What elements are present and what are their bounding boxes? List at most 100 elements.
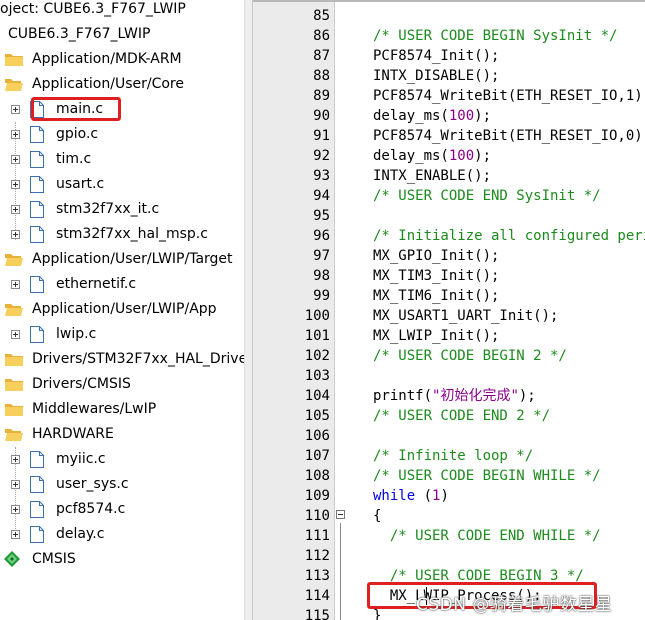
group-hal-driver[interactable]: Drivers/STM32F7xx_HAL_Driver — [0, 347, 244, 372]
code-line[interactable]: /* Infinite loop */ — [373, 446, 533, 466]
code-line[interactable]: /* USER CODE BEGIN SysInit */ — [373, 26, 617, 46]
code-line[interactable]: delay_ms(100); — [373, 146, 491, 166]
plus-expander-icon[interactable] — [11, 155, 20, 164]
group-user-core[interactable]: Application/User/Core — [0, 72, 240, 97]
code-line[interactable]: { — [373, 506, 381, 526]
c-file-icon — [30, 126, 44, 143]
file-pcf8574-c[interactable]: pcf8574.c — [0, 497, 240, 522]
line-number: 88 — [313, 68, 330, 84]
plus-expander-icon[interactable] — [11, 455, 20, 464]
c-file-icon — [30, 276, 44, 293]
line-number: 99 — [313, 288, 330, 304]
line-number: 93 — [313, 168, 330, 184]
file-usart-c[interactable]: usart.c — [0, 172, 240, 197]
file-label: pcf8574.c — [56, 501, 126, 517]
code-line[interactable]: /* Initialize all configured peripherals… — [373, 226, 645, 246]
c-file-icon — [30, 201, 44, 218]
line-number: 91 — [313, 128, 330, 144]
plus-expander-icon[interactable] — [11, 480, 20, 489]
file-stm32f7xx-it-c[interactable]: stm32f7xx_it.c — [0, 197, 240, 222]
file-delay-c[interactable]: delay.c — [0, 522, 240, 547]
folder-open-icon — [5, 304, 23, 316]
code-editor[interactable]: 85 86 /* USER CODE BEGIN SysInit */ 87 PCF85… — [253, 0, 645, 620]
group-lwip-app[interactable]: Application/User/LWIP/App — [0, 297, 240, 322]
folder-icon — [5, 379, 23, 391]
fold-collapse-icon[interactable] — [336, 510, 345, 519]
pane-splitter[interactable] — [244, 0, 253, 620]
line-number: 110 — [304, 508, 330, 524]
c-file-icon — [30, 451, 44, 468]
line-number: 89 — [313, 88, 330, 104]
code-line[interactable]: MX_TIM6_Init(); — [373, 286, 499, 306]
plus-expander-icon[interactable] — [11, 130, 20, 139]
file-label: ethernetif.c — [56, 276, 137, 292]
line-number: 92 — [313, 148, 330, 164]
line-number: 95 — [313, 208, 330, 224]
plus-expander-icon[interactable] — [11, 530, 20, 539]
line-number: 100 — [304, 308, 330, 324]
group-lwip-target[interactable]: Application/User/LWIP/Target — [0, 247, 240, 272]
file-label: tim.c — [56, 151, 92, 167]
file-stm32f7xx-hal-msp-c[interactable]: stm32f7xx_hal_msp.c — [0, 222, 240, 247]
cmsis-diamond-icon — [4, 551, 20, 567]
code-line[interactable]: PCF8574_WriteBit(ETH_RESET_IO,0); — [373, 126, 645, 146]
folder-icon — [5, 354, 23, 366]
folder-open-icon — [5, 79, 23, 91]
file-label: lwip.c — [56, 326, 97, 342]
group-label: Application/User/LWIP/Target — [32, 251, 233, 267]
line-number: 87 — [313, 48, 330, 64]
file-user-sys-c[interactable]: user_sys.c — [0, 472, 240, 497]
file-label: stm32f7xx_hal_msp.c — [56, 226, 208, 242]
code-line[interactable]: MX_USART1_UART_Init(); — [373, 306, 558, 326]
group-mdk-arm[interactable]: Application/MDK-ARM — [0, 47, 240, 72]
file-lwip-c[interactable]: lwip.c — [0, 322, 240, 347]
code-line[interactable]: MX_LWIP_Init(); — [373, 326, 499, 346]
code-line[interactable]: MX_TIM3_Init(); — [373, 266, 499, 286]
plus-expander-icon[interactable] — [11, 205, 20, 214]
plus-expander-icon[interactable] — [11, 105, 20, 114]
code-line[interactable]: /* USER CODE BEGIN 2 */ — [373, 346, 567, 366]
c-file-icon — [30, 326, 44, 343]
code-line[interactable]: INTX_DISABLE(); — [373, 66, 499, 86]
line-number: 115 — [304, 608, 330, 620]
code-line[interactable]: PCF8574_Init(); — [373, 46, 499, 66]
file-ethernetif-c[interactable]: ethernetif.c — [0, 272, 240, 297]
code-line[interactable]: /* USER CODE END WHILE */ — [373, 526, 601, 546]
plus-expander-icon[interactable] — [11, 230, 20, 239]
folder-open-icon — [5, 429, 23, 441]
fold-range-line — [340, 523, 341, 620]
plus-expander-icon[interactable] — [11, 330, 20, 339]
group-hardware[interactable]: HARDWARE — [0, 422, 240, 447]
code-line[interactable]: /* USER CODE END SysInit */ — [373, 186, 601, 206]
plus-expander-icon[interactable] — [11, 505, 20, 514]
line-number: 94 — [313, 188, 330, 204]
line-number: 85 — [313, 8, 330, 24]
line-number: 109 — [304, 488, 330, 504]
line-number: 90 — [313, 108, 330, 124]
component-cmsis[interactable]: CMSIS — [0, 547, 240, 572]
code-line[interactable]: MX_GPIO_Init(); — [373, 246, 499, 266]
line-number: 114 — [304, 588, 330, 604]
code-line[interactable]: printf("初始化完成"); — [373, 386, 536, 406]
code-line[interactable]: /* USER CODE BEGIN WHILE */ — [373, 466, 601, 486]
group-drivers-cmsis[interactable]: Drivers/CMSIS — [0, 372, 240, 397]
group-label: Drivers/STM32F7xx_HAL_Driver — [32, 351, 244, 367]
file-tim-c[interactable]: tim.c — [0, 147, 240, 172]
code-line[interactable]: delay_ms(100); — [373, 106, 491, 126]
code-line[interactable]: /* USER CODE END 2 */ — [373, 406, 550, 426]
line-number: 96 — [313, 228, 330, 244]
code-line[interactable]: INTX_ENABLE(); — [373, 166, 491, 186]
file-label: delay.c — [56, 526, 105, 542]
folder-icon — [5, 404, 23, 416]
line-number: 112 — [304, 548, 330, 564]
group-middlewares-lwip[interactable]: Middlewares/LwIP — [0, 397, 240, 422]
file-gpio-c[interactable]: gpio.c — [0, 122, 240, 147]
code-line[interactable]: while (1) — [373, 486, 449, 506]
plus-expander-icon[interactable] — [11, 280, 20, 289]
line-number: 86 — [313, 28, 330, 44]
file-myiic-c[interactable]: myiic.c — [0, 447, 240, 472]
code-line[interactable]: PCF8574_WriteBit(ETH_RESET_IO,1); — [373, 86, 645, 106]
line-number: 97 — [313, 248, 330, 264]
plus-expander-icon[interactable] — [11, 180, 20, 189]
file-label: usart.c — [56, 176, 105, 192]
